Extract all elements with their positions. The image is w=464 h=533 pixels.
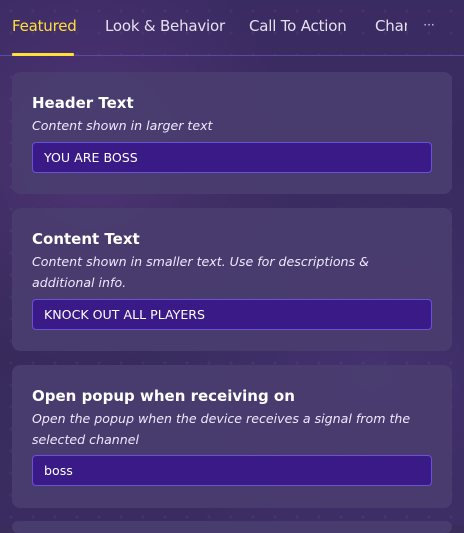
setting-description: Content shown in smaller text. Use for d…	[32, 254, 369, 290]
active-tab-indicator	[12, 53, 74, 56]
setting-card-content-text: Content Text Content shown in smaller te…	[12, 208, 452, 351]
setting-title: Content Text	[32, 230, 140, 248]
setting-card-header-text: Header Text Content shown in larger text	[12, 72, 452, 194]
setting-description: Content shown in larger text	[32, 118, 213, 133]
tab-look-and-behavior[interactable]: Look & Behavior	[105, 17, 225, 35]
tab-bar: Featured Look & Behavior Call To Action …	[0, 0, 464, 56]
more-horizontal-icon[interactable]: ···	[421, 15, 437, 35]
setting-title: Header Text	[32, 94, 134, 112]
tab-featured[interactable]: Featured	[12, 17, 77, 35]
tab-call-to-action[interactable]: Call To Action	[249, 17, 347, 35]
tab-channels[interactable]: Channels	[375, 17, 407, 35]
setting-card-open-popup: Open popup when receiving on Open the po…	[12, 365, 452, 508]
header-text-input[interactable]	[32, 142, 432, 173]
setting-card-next	[12, 521, 452, 533]
setting-title: Open popup when receiving on	[32, 387, 295, 405]
setting-description: Open the popup when the device receives …	[32, 411, 411, 447]
content-text-input[interactable]	[32, 299, 432, 330]
channel-input[interactable]	[32, 455, 432, 486]
